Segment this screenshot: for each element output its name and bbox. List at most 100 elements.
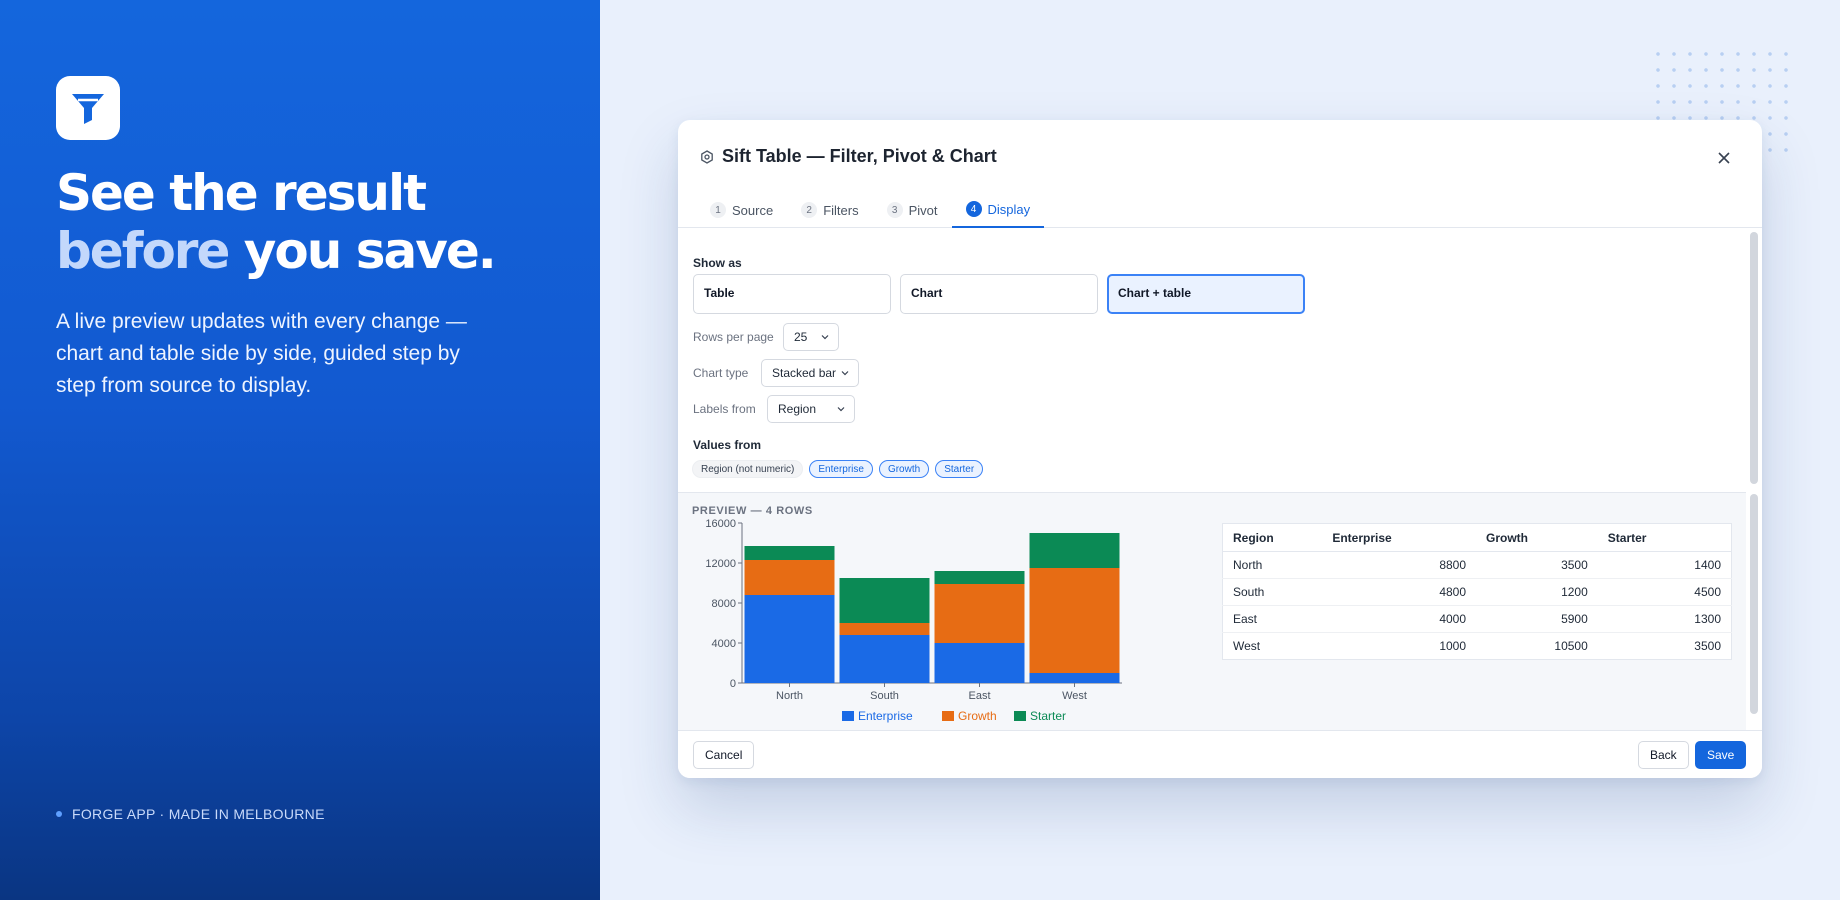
labels-from-select[interactable]: Region	[767, 395, 855, 423]
preview-table: Region Enterprise Growth Starter North 8…	[1222, 523, 1732, 660]
hero-panel: See the result before you save. A live p…	[0, 0, 600, 900]
sift-table-dialog: Sift Table — Filter, Pivot & Chart 1 Sou…	[678, 120, 1762, 778]
table-row: West 1000 10500 3500	[1223, 633, 1732, 660]
rows-per-page-select[interactable]: 25	[783, 323, 839, 351]
tab-number: 2	[801, 202, 818, 218]
bar-starter-south	[839, 578, 930, 623]
bar-growth-north	[744, 560, 835, 595]
labels-from-value: Region	[778, 402, 817, 416]
table-cell: North	[1222, 551, 1323, 579]
chart-type-select[interactable]: Stacked bar	[761, 359, 859, 387]
settings-hex-icon	[701, 149, 713, 164]
tab-pivot[interactable]: 3 Pivot	[873, 192, 952, 228]
headline-line-2: before you save.	[56, 222, 497, 280]
table-header: Region	[1222, 523, 1323, 552]
save-button[interactable]: Save	[1695, 741, 1747, 769]
tab-filters[interactable]: 2 Filters	[787, 192, 872, 228]
dialog-header: Sift Table — Filter, Pivot & Chart 1 Sou…	[678, 120, 1762, 228]
headline-rest: you save.	[228, 222, 497, 280]
legend-swatch	[1014, 711, 1026, 721]
tab-source[interactable]: 1 Source	[696, 192, 787, 228]
legend-swatch	[842, 711, 854, 721]
x-tick-label: West	[1062, 690, 1087, 702]
chip-growth[interactable]: Growth	[878, 460, 930, 478]
dialog-title: Sift Table — Filter, Pivot & Chart	[700, 146, 997, 167]
tab-display[interactable]: 4 Display	[951, 192, 1045, 228]
tab-number: 3	[886, 202, 903, 218]
table-row: East 4000 5900 1300	[1222, 605, 1732, 633]
chart-type-label: Chart type	[693, 366, 749, 380]
table-cell: 1400	[1597, 551, 1732, 579]
show-as-chart-table-option[interactable]: Chart + table	[1107, 274, 1305, 314]
preview-label: PREVIEW — 4 ROWS	[692, 505, 813, 517]
values-from-label: Values from	[693, 438, 762, 452]
legend-label: Enterprise	[858, 709, 913, 723]
dialog-title-text: Sift Table — Filter, Pivot & Chart	[722, 146, 997, 166]
chip-enterprise[interactable]: Enterprise	[809, 460, 873, 478]
legend-swatch	[942, 711, 954, 721]
table-row: South 4800 1200 4500	[1222, 578, 1732, 606]
x-tick-label: South	[870, 690, 899, 702]
show-as-label: Show as	[693, 256, 742, 270]
bar-enterprise-west	[1029, 673, 1120, 683]
bar-starter-west	[1029, 533, 1120, 568]
scrollbar-thumb[interactable]	[1750, 494, 1758, 714]
values-from-chips: Region (not numeric) Enterprise Growth S…	[692, 460, 984, 478]
chip-starter[interactable]: Starter	[935, 460, 984, 478]
bar-enterprise-north	[744, 595, 835, 683]
table-cell: South	[1222, 578, 1323, 606]
y-tick-label: 16000	[705, 518, 736, 530]
footer-text: FORGE APP · MADE IN MELBOURNE	[72, 806, 325, 822]
table-cell: 3500	[1476, 551, 1598, 579]
bar-enterprise-south	[839, 635, 930, 683]
y-tick-label: 12000	[705, 558, 736, 570]
tab-label: Pivot	[908, 202, 938, 218]
table-row: North 8800 3500 1400	[1222, 551, 1732, 579]
headline-line-1: See the result	[56, 164, 427, 222]
chart-type-value: Stacked bar	[772, 366, 837, 380]
show-as-chart-option[interactable]: Chart	[900, 274, 1098, 314]
table-cell: 3500	[1694, 639, 1721, 653]
table-cell: 8800	[1322, 551, 1477, 579]
hero-subtext: A live preview updates with every change…	[56, 310, 467, 397]
table-cell: West	[1233, 639, 1261, 653]
chip-region[interactable]: Region (not numeric)	[692, 460, 804, 478]
legend-label: Growth	[958, 709, 997, 723]
hero-headline: See the result before you save.	[56, 164, 497, 280]
back-button[interactable]: Back	[1638, 741, 1689, 769]
chevron-down-icon	[821, 335, 829, 340]
table-header-row: Region Enterprise Growth Starter	[1222, 523, 1732, 552]
dialog-scrollbar[interactable]	[1750, 232, 1758, 724]
table-cell: 1300	[1597, 605, 1732, 633]
table-cell: 5900	[1476, 605, 1598, 633]
y-tick-label: 0	[730, 678, 736, 690]
close-icon[interactable]	[1714, 148, 1734, 168]
legend-label: Starter	[1030, 709, 1066, 723]
bar-starter-east	[934, 571, 1025, 584]
table-cell: 4500	[1597, 578, 1732, 606]
x-tick-label: East	[968, 690, 990, 702]
bullet-dot-icon	[56, 811, 62, 817]
scrollbar-thumb[interactable]	[1750, 232, 1758, 484]
table-header: Growth	[1476, 523, 1598, 552]
chevron-down-icon	[841, 371, 849, 376]
funnel-icon	[72, 94, 104, 124]
rows-per-page-value: 25	[794, 330, 808, 344]
cancel-button[interactable]: Cancel	[693, 741, 755, 769]
chevron-down-icon	[837, 407, 845, 412]
table-header: Starter	[1597, 523, 1732, 552]
tab-label: Display	[987, 201, 1031, 217]
show-as-table-option[interactable]: Table	[693, 274, 891, 314]
bar-growth-east	[934, 584, 1025, 643]
table-cell: 1000	[1439, 639, 1467, 653]
stacked-bar-chart: 0 4000 8000 12000 16000 North South East West Ent…	[705, 518, 1122, 723]
y-tick-label: 8000	[712, 598, 736, 610]
bar-growth-west	[1029, 568, 1120, 673]
bar-enterprise-east	[934, 643, 1025, 683]
table-cell: 1200	[1476, 578, 1598, 606]
rows-per-page-label: Rows per page	[693, 330, 774, 344]
y-tick-label: 4000	[712, 638, 736, 650]
tab-number: 1	[710, 202, 726, 218]
app-logo	[56, 76, 120, 140]
headline-highlight: before	[56, 222, 230, 280]
